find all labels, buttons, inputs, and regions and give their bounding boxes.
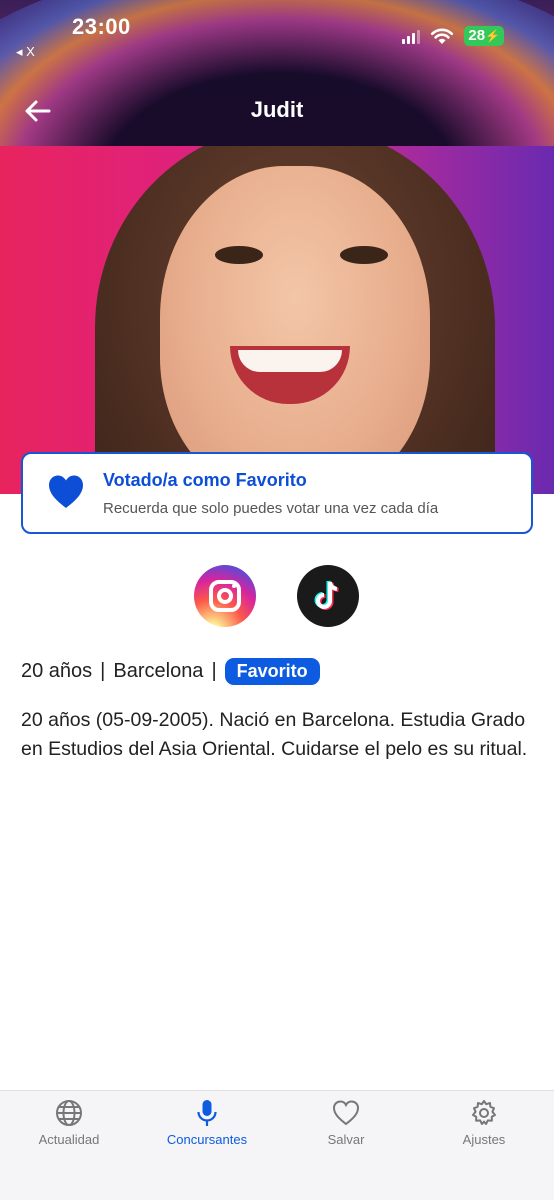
battery-level: 28 (468, 27, 486, 44)
wifi-icon (431, 28, 454, 44)
profile-summary: 20 años | Barcelona | Favorito (21, 658, 320, 685)
tab-bar: Actualidad Concursantes Salvar Ajustes (0, 1090, 554, 1200)
tiktok-icon (314, 580, 339, 610)
status-back-app[interactable]: ◂ X (16, 44, 35, 60)
tab-label: Salvar (327, 1132, 365, 1147)
profile-age: 20 años (21, 660, 93, 682)
heart-icon (332, 1100, 360, 1126)
charging-bolt-icon: ⚡ (485, 29, 500, 43)
tab-concursantes[interactable]: Concursantes (138, 1099, 276, 1147)
status-time: 23:00 (72, 14, 131, 39)
vote-subtitle: Recuerda que solo puedes votar una vez c… (103, 500, 439, 517)
page-title: Judit (250, 97, 304, 122)
tab-label: Ajustes (462, 1132, 506, 1147)
tab-actualidad[interactable]: Actualidad (0, 1099, 138, 1147)
separator: | (211, 660, 217, 682)
microphone-icon (197, 1100, 217, 1126)
globe-icon (56, 1100, 82, 1126)
cellular-signal-icon (402, 28, 421, 44)
tiktok-button[interactable] (297, 565, 359, 627)
photo-face (160, 166, 430, 494)
separator: | (100, 660, 106, 682)
profile-bio: 20 años (05-09-2005). Nació en Barcelona… (21, 709, 528, 760)
heart-filled-icon (49, 475, 83, 508)
status-icons: 28⚡ (402, 26, 504, 46)
header: 23:00 ◂ X 28⚡ Judit (0, 0, 554, 146)
vote-title: Votado/a como Favorito (103, 470, 307, 490)
vote-status-card: Votado/a como Favorito Recuerda que solo… (21, 452, 533, 534)
tab-label: Actualidad (38, 1132, 100, 1147)
photo-eye-left (215, 246, 263, 264)
instagram-button[interactable] (194, 565, 256, 627)
tab-salvar[interactable]: Salvar (277, 1099, 415, 1147)
gear-icon (472, 1100, 496, 1125)
photo-eye-right (340, 246, 388, 264)
profile-city: Barcelona (113, 660, 204, 682)
tab-ajustes[interactable]: Ajustes (415, 1099, 553, 1147)
contestant-photo (0, 146, 554, 494)
tab-label: Concursantes (166, 1132, 248, 1147)
battery-indicator: 28⚡ (464, 26, 504, 46)
favorite-badge: Favorito (224, 658, 320, 685)
